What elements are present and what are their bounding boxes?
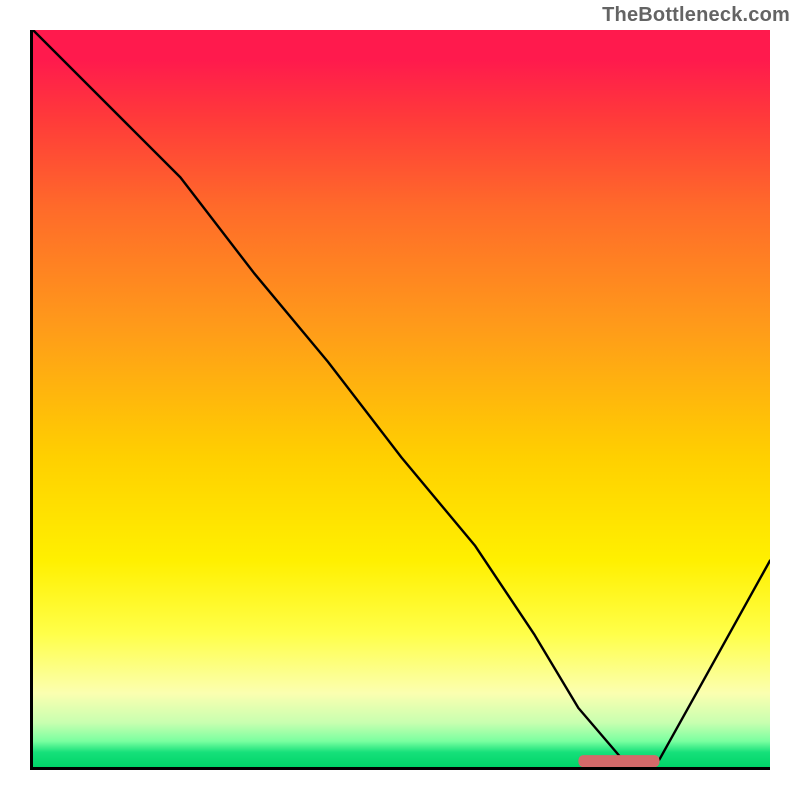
chart-overlay xyxy=(33,30,770,767)
chart-container: TheBottleneck.com xyxy=(0,0,800,800)
attribution-text: TheBottleneck.com xyxy=(602,4,790,27)
optimal-range-marker xyxy=(578,755,659,767)
plot-area xyxy=(30,30,770,770)
bottleneck-curve xyxy=(33,30,770,760)
